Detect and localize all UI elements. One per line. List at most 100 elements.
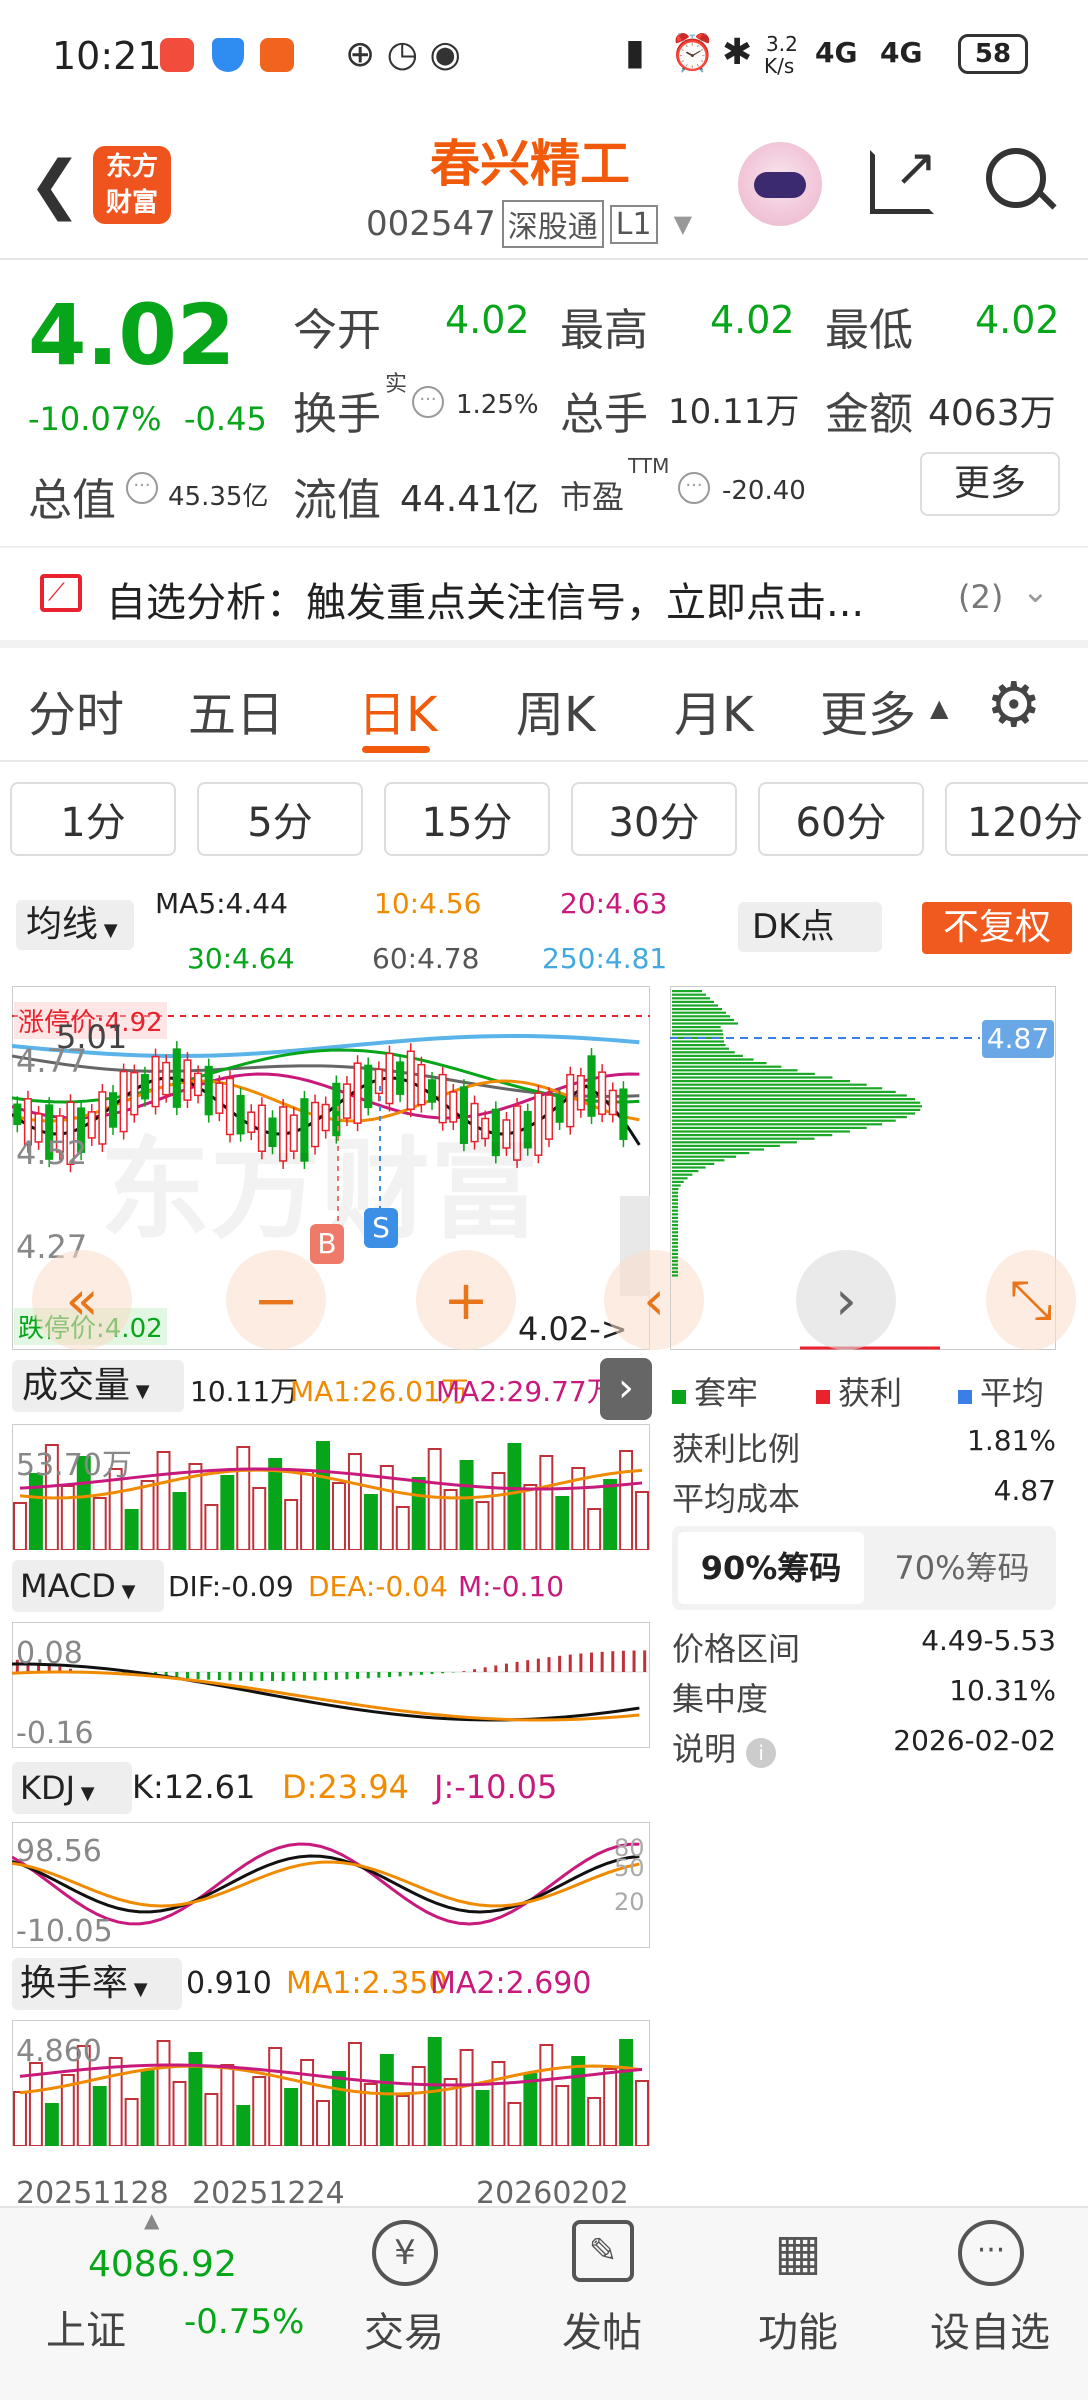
info-icon[interactable]: i [746, 1738, 777, 1768]
kdj-ybot: -10.05 [16, 1914, 113, 1949]
volume-bar [587, 2097, 602, 2146]
kdj-selector[interactable]: KDJ ▼ [12, 1762, 132, 1814]
chip-bar [672, 1141, 797, 1144]
candle [183, 1059, 192, 1101]
zoom-in-icon[interactable]: + [416, 1250, 516, 1350]
candle [385, 1052, 394, 1105]
tab-more[interactable]: 更多 [820, 675, 916, 745]
nav-trade[interactable]: 交易 [364, 2300, 444, 2358]
nav-post[interactable]: 发帖 [562, 2300, 642, 2358]
candle [194, 1072, 203, 1097]
macd-selector-label: MACD [20, 1567, 116, 1605]
ma30-value: 30:4.64 [187, 942, 295, 975]
info-icon[interactable]: ··· [126, 472, 158, 504]
tag-sgt: 深股通 [501, 200, 604, 248]
expand-icon[interactable]: ⤡ [986, 1250, 1076, 1350]
volume-value: 10.11万 [668, 392, 800, 432]
info-icon[interactable]: ··· [412, 386, 444, 418]
volume-bar [603, 1479, 618, 1550]
grid-icon: ▦ [774, 2223, 822, 2281]
chip-bar [672, 997, 710, 1000]
volume-bar [236, 2105, 251, 2146]
volume-bar [284, 2088, 299, 2146]
volume-bar [156, 1451, 171, 1550]
tab-daily-k[interactable]: 日K [358, 675, 437, 745]
volume-bar [507, 1443, 522, 1550]
d-line [12, 1860, 640, 1908]
nav-functions[interactable]: 功能 [758, 2300, 838, 2358]
chip-bar [672, 1072, 815, 1075]
chip-bar [672, 1224, 678, 1227]
chip-bar [672, 1137, 815, 1140]
period-120min[interactable]: 120分 [945, 782, 1088, 856]
index-name[interactable]: 上证 [46, 2298, 126, 2356]
nav-add-watchlist[interactable]: 设自选 [930, 2300, 1050, 2358]
volume-bar [236, 1446, 251, 1550]
tab-timeshare[interactable]: 分时 [28, 675, 124, 745]
net-speed-unit: K/s [764, 54, 795, 78]
gear-icon[interactable]: ⚙ [986, 668, 1042, 741]
legend-profit-label: 获利 [838, 1374, 903, 1412]
tab-five-day[interactable]: 五日 [188, 675, 284, 745]
fcap-value: 44.41亿 [400, 479, 540, 520]
tab-chip-70[interactable]: 70%筹码 [872, 1532, 1052, 1604]
volume-bar [555, 2085, 570, 2146]
analysis-alert[interactable]: ⟋ 自选分析：触发重点关注信号，立即点击... (2) ⌄ [0, 552, 1088, 638]
volume-bar [507, 2102, 522, 2146]
tab-weekly-k[interactable]: 周K [516, 675, 595, 745]
stock-code-row[interactable]: 002547 深股通 L1 ▼ [366, 200, 692, 248]
alert-count: (2) [958, 578, 1004, 616]
ma250-value: 250:4.81 [542, 942, 668, 975]
fq-button[interactable]: 不复权 [922, 902, 1072, 954]
volume-bar [252, 2076, 267, 2146]
change-pct: -10.07% [28, 400, 162, 438]
volume-bar [108, 2057, 123, 2146]
info-icon[interactable]: ··· [678, 472, 710, 504]
double-left-icon[interactable]: « [32, 1250, 132, 1350]
robot-avatar[interactable] [738, 142, 822, 226]
period-5min[interactable]: 5分 [197, 782, 363, 856]
chip-bar [672, 1274, 678, 1277]
brand-logo[interactable]: 东方 财富 [93, 146, 171, 224]
candle [598, 1071, 607, 1115]
period-1min[interactable]: 1分 [10, 782, 176, 856]
alarm-icon: ⏰ [670, 33, 715, 74]
shield-icon [212, 38, 244, 72]
period-60min[interactable]: 60分 [758, 782, 924, 856]
macd-selector[interactable]: MACD ▼ [12, 1560, 164, 1612]
back-icon[interactable]: ❮ [28, 148, 82, 222]
chevron-right-icon[interactable]: › [796, 1250, 896, 1350]
chip-bar [672, 1256, 678, 1259]
chip-bar [672, 1173, 693, 1176]
volume-bar [124, 2098, 139, 2146]
chip-bar [672, 1062, 767, 1065]
chip-bar [672, 1108, 921, 1111]
kdj-d: D:23.94 [282, 1768, 410, 1806]
candle [13, 1103, 22, 1126]
candle [544, 1094, 554, 1140]
candle [172, 1048, 181, 1108]
index-value[interactable]: 4086.92 [88, 2244, 237, 2285]
tab-chip-90[interactable]: 90%筹码 [678, 1532, 864, 1604]
ma-selector[interactable]: 均线 ▼ [16, 900, 134, 950]
vol-selector[interactable]: 成交量 ▼ [12, 1360, 184, 1412]
volume-bar [316, 2100, 330, 2146]
hsl-selector[interactable]: 换手率 ▼ [12, 1958, 182, 2010]
search-icon[interactable] [986, 148, 1046, 208]
dropdown-icon: ▼ [75, 1783, 95, 1804]
dk-selector[interactable]: DK点 [738, 902, 882, 952]
chip-bar [672, 1004, 718, 1007]
period-30min[interactable]: 30分 [571, 782, 737, 856]
chip-bar [672, 1022, 738, 1025]
pe-sup: TTM [628, 454, 670, 478]
collapse-toggle[interactable]: › [600, 1358, 652, 1420]
open-value: 4.02 [445, 298, 530, 342]
more-button[interactable]: 更多 [920, 452, 1060, 516]
chip-bar [672, 1029, 723, 1032]
zoom-out-icon[interactable]: − [226, 1250, 326, 1350]
tab-monthly-k[interactable]: 月K [674, 675, 753, 745]
bluetooth-icon: ✱ [722, 32, 753, 73]
index-pct: -0.75% [184, 2302, 305, 2342]
period-15min[interactable]: 15分 [384, 782, 550, 856]
brand-line1: 东方 [105, 152, 158, 182]
